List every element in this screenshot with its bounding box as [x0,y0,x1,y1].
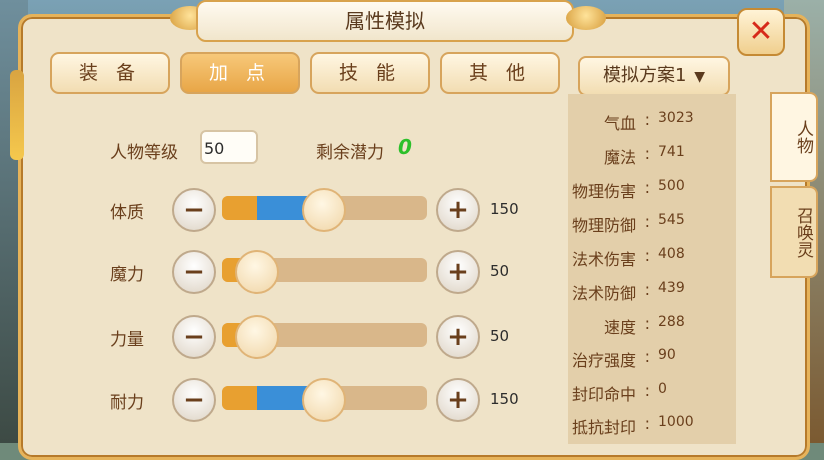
attribute-slider[interactable] [222,315,427,359]
stat-value: 408 [658,246,685,262]
stat-label: 法术伤害 [571,250,636,269]
stat-colon: : [644,280,650,299]
stat-colon: : [644,144,650,163]
stat-value: 439 [658,280,685,296]
decrease-button[interactable]: − [172,250,216,294]
window-title: 属性模拟 [196,0,574,42]
stat-label: 气血 [603,114,636,133]
level-label: 人物等级 [110,143,178,163]
close-x-icon: ✕ [748,14,774,49]
stat-colon: : [644,414,650,433]
close-button[interactable]: ✕ [737,8,785,56]
stat-colon: : [644,347,650,366]
decrease-button[interactable]: − [172,378,216,422]
tab-skills[interactable]: 技 能 [310,52,430,94]
potential-label: 剩余潜力 [316,143,384,163]
chevron-down-icon: ▼ [694,69,705,85]
plus-icon: + [447,385,469,415]
plus-icon: + [447,322,469,352]
attribute-label-constitution: 体质 [110,203,144,223]
attribute-label-magic: 魔力 [110,265,144,285]
stat-label: 治疗强度 [571,351,636,370]
attribute-value: 150 [490,200,519,218]
stat-value: 500 [658,178,685,194]
stat-colon: : [644,246,650,265]
increase-button[interactable]: + [436,378,480,422]
stat-value: 90 [658,347,676,363]
increase-button[interactable]: + [436,250,480,294]
stat-label: 速度 [603,318,636,337]
stat-colon: : [644,314,650,333]
stat-label: 物理防御 [571,216,636,235]
attribute-label-endurance: 耐力 [110,393,144,413]
side-tab-summon[interactable]: 召唤灵 [770,186,818,278]
minus-icon: − [183,385,205,415]
level-input[interactable]: 50 [200,130,258,164]
attribute-slider[interactable] [222,250,427,294]
attribute-value: 150 [490,390,519,408]
stat-value: 741 [658,144,685,160]
stat-label: 抵抗封印 [571,418,636,437]
attribute-value: 50 [490,327,510,345]
tassel-decoration [10,70,24,160]
increase-button[interactable]: + [436,315,480,359]
stat-label: 法术防御 [571,284,636,303]
stat-label: 魔法 [603,148,636,167]
title-ornament-right [566,6,606,30]
side-tab-character[interactable]: 人物 [770,92,818,182]
tab-add-points[interactable]: 加 点 [180,52,300,94]
tab-other[interactable]: 其 他 [440,52,560,94]
tab-equipment[interactable]: 装 备 [50,52,170,94]
slider-handle[interactable] [234,250,279,294]
stat-colon: : [644,212,650,231]
slider-handle[interactable] [234,315,279,359]
attribute-slider[interactable] [222,188,427,232]
stat-value: 0 [658,381,667,397]
stat-value: 1000 [658,414,694,430]
plus-icon: + [447,257,469,287]
plan-select-dropdown[interactable]: 模拟方案1 ▼ [578,56,730,96]
slider-base-fill [222,386,257,410]
stat-value: 3023 [658,110,694,126]
decrease-button[interactable]: − [172,188,216,232]
minus-icon: − [183,257,205,287]
potential-value: 0 [398,135,412,159]
attribute-label-strength: 力量 [110,330,144,350]
minus-icon: − [183,322,205,352]
decrease-button[interactable]: − [172,315,216,359]
stat-colon: : [644,381,650,400]
stat-colon: : [644,110,650,129]
stat-label: 封印命中 [571,385,636,404]
attribute-value: 50 [490,262,510,280]
stat-value: 288 [658,314,685,330]
stat-label: 物理伤害 [571,182,636,201]
slider-base-fill [222,196,257,220]
plus-icon: + [447,195,469,225]
minus-icon: − [183,195,205,225]
plan-select-value: 模拟方案1 [603,65,687,86]
stat-value: 545 [658,212,685,228]
stats-panel: 气血 : 3023 魔法 : 741 物理伤害 : 500 物理防御 : 545… [568,94,736,444]
attribute-slider[interactable] [222,378,427,422]
stat-colon: : [644,178,650,197]
increase-button[interactable]: + [436,188,480,232]
